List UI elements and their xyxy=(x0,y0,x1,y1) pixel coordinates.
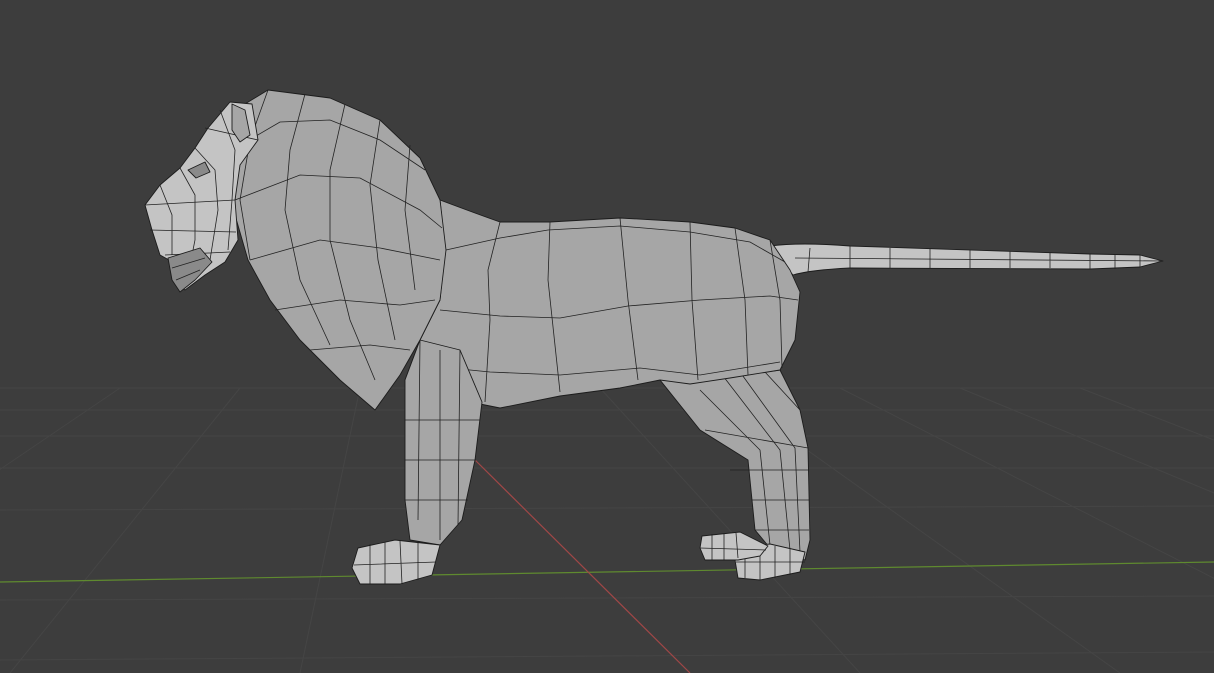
y-axis-line xyxy=(469,454,691,673)
floor-grid xyxy=(0,387,1214,673)
hind-leg-mesh xyxy=(659,369,811,581)
viewport-canvas[interactable] xyxy=(0,0,1214,673)
x-axis-line xyxy=(0,561,1214,583)
3d-viewport[interactable] xyxy=(0,0,1214,673)
tail-mesh xyxy=(769,243,1164,276)
lion-mesh[interactable] xyxy=(144,89,1164,585)
